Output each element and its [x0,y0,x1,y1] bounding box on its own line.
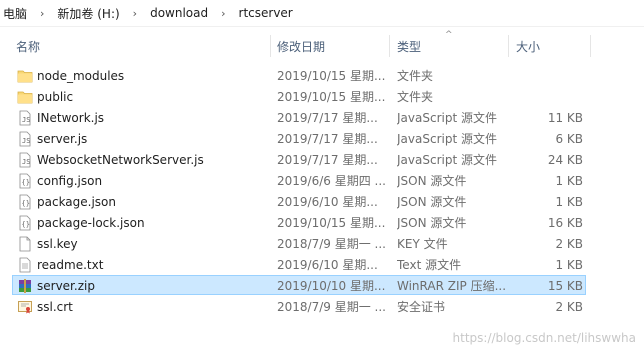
file-name: ssl.key [37,237,78,251]
file-modified-date: 2019/10/15 星期... [277,69,386,83]
file-size: 6 KB [555,132,583,146]
file-size: 1 KB [555,258,583,272]
file-row[interactable]: public 2019/10/15 星期... 文件夹 [12,86,586,106]
file-type: KEY 文件 [397,237,448,251]
file-size: 15 KB [547,279,583,293]
file-row[interactable]: readme.txt 2019/6/10 星期... Text 源文件 1 KB [12,254,586,274]
file-row[interactable]: server.zip 2019/10/10 星期... WinRAR ZIP 压缩.… [12,275,586,295]
file-type: JavaScript 源文件 [397,153,497,167]
json-file-icon: {} [17,194,33,210]
svg-text:{}: {} [22,179,30,187]
folder-icon [17,89,33,105]
file-type: JSON 源文件 [397,216,467,230]
file-type: JSON 源文件 [397,195,467,209]
winrar-archive-icon [17,278,33,294]
json-file-icon: {} [17,173,33,189]
file-name: ssl.crt [37,300,73,314]
chevron-right-icon[interactable]: › [40,7,44,20]
column-divider[interactable] [508,35,509,57]
file-modified-date: 2019/7/17 星期... [277,111,378,125]
file-modified-date: 2019/7/17 星期... [277,153,378,167]
file-size: 24 KB [547,153,583,167]
file-size [505,66,583,86]
column-header-row: 名称 修改日期 类型 ^ 大小 [0,30,644,59]
file-row[interactable]: JS INetwork.js 2019/7/17 星期... JavaScript 源… [12,107,586,127]
file-row[interactable]: ssl.key 2018/7/9 星期一 ... KEY 文件 2 KB [12,233,586,253]
column-header-name[interactable]: 名称 [16,33,266,59]
breadcrumb-item-rtcserver[interactable]: rtcserver [236,6,296,20]
file-type: JavaScript 源文件 [397,132,497,146]
file-name: INetwork.js [37,111,105,125]
javascript-file-icon: JS [17,110,33,126]
file-name: node_modules [37,69,125,83]
file-row[interactable]: JS server.js 2019/7/17 星期... JavaScript 源文件… [12,128,586,148]
file-name: server.js [37,132,88,146]
file-type: WinRAR ZIP 压缩... [397,279,505,293]
file-modified-date: 2019/10/10 星期... [277,279,386,293]
file-name: config.json [37,174,103,188]
svg-text:{}: {} [22,221,30,229]
file-type: Text 源文件 [397,258,462,272]
file-modified-date: 2019/6/10 星期... [277,195,378,209]
svg-text:JS: JS [22,158,30,166]
file-modified-date: 2019/10/15 星期... [277,216,386,230]
file-size: 1 KB [555,174,583,188]
file-row[interactable]: {} package-lock.json 2019/10/15 星期... JSON … [12,212,586,232]
breadcrumb: 电脑 › 新加卷 (H:) › download › rtcserver [0,0,644,27]
file-name: package.json [37,195,117,209]
blank-file-icon [17,236,33,252]
file-name: package-lock.json [37,216,145,230]
watermark-text: https://blog.csdn.net/lihswwha [452,331,636,345]
file-size: 1 KB [555,195,583,209]
file-name: readme.txt [37,258,104,272]
column-divider[interactable] [590,35,591,57]
file-size: 2 KB [555,237,583,251]
javascript-file-icon: JS [17,131,33,147]
file-modified-date: 2019/6/6 星期四 ... [277,174,386,188]
file-type: JavaScript 源文件 [397,111,497,125]
file-name: public [37,90,74,104]
file-row[interactable]: JS WebsocketNetworkServer.js 2019/7/17 星期.… [12,149,586,169]
sort-ascending-icon: ^ [445,30,453,40]
file-type: 文件夹 [397,69,434,83]
file-size [505,87,583,107]
file-size: 16 KB [547,216,583,230]
file-row[interactable]: {} package.json 2019/6/10 星期... JSON 源文件 1 K… [12,191,586,211]
file-type: JSON 源文件 [397,174,467,188]
file-modified-date: 2019/6/10 星期... [277,258,378,272]
column-header-size[interactable]: 大小 [516,33,586,59]
certificate-icon [17,299,33,315]
json-file-icon: {} [17,215,33,231]
file-row[interactable]: ssl.crt 2018/7/9 星期一 ... 安全证书 2 KB [12,296,586,316]
javascript-file-icon: JS [17,152,33,168]
column-divider[interactable] [389,35,390,57]
file-modified-date: 2019/10/15 星期... [277,90,386,104]
file-row[interactable]: {} config.json 2019/6/6 星期四 ... JSON 源文件 1 K… [12,170,586,190]
file-name: WebsocketNetworkServer.js [37,153,204,167]
chevron-right-icon[interactable]: › [133,7,137,20]
file-modified-date: 2018/7/9 星期一 ... [277,300,386,314]
text-file-icon [17,257,33,273]
breadcrumb-item-download[interactable]: download [147,6,211,20]
svg-text:JS: JS [22,116,30,124]
file-modified-date: 2018/7/9 星期一 ... [277,237,386,251]
file-size: 2 KB [555,300,583,314]
file-type: 安全证书 [397,300,446,314]
folder-icon [17,68,33,84]
file-size: 11 KB [547,111,583,125]
breadcrumb-item-drive[interactable]: 新加卷 (H:) [54,5,122,22]
column-divider[interactable] [270,35,271,57]
column-header-date[interactable]: 修改日期 [277,33,387,59]
file-type: 文件夹 [397,90,434,104]
file-modified-date: 2019/7/17 星期... [277,132,378,146]
svg-text:JS: JS [22,137,30,145]
file-row[interactable]: node_modules 2019/10/15 星期... 文件夹 [12,65,586,85]
breadcrumb-item-computer[interactable]: 电脑 [0,5,30,22]
chevron-right-icon[interactable]: › [221,7,225,20]
file-name: server.zip [37,279,95,293]
svg-text:{}: {} [22,200,30,208]
